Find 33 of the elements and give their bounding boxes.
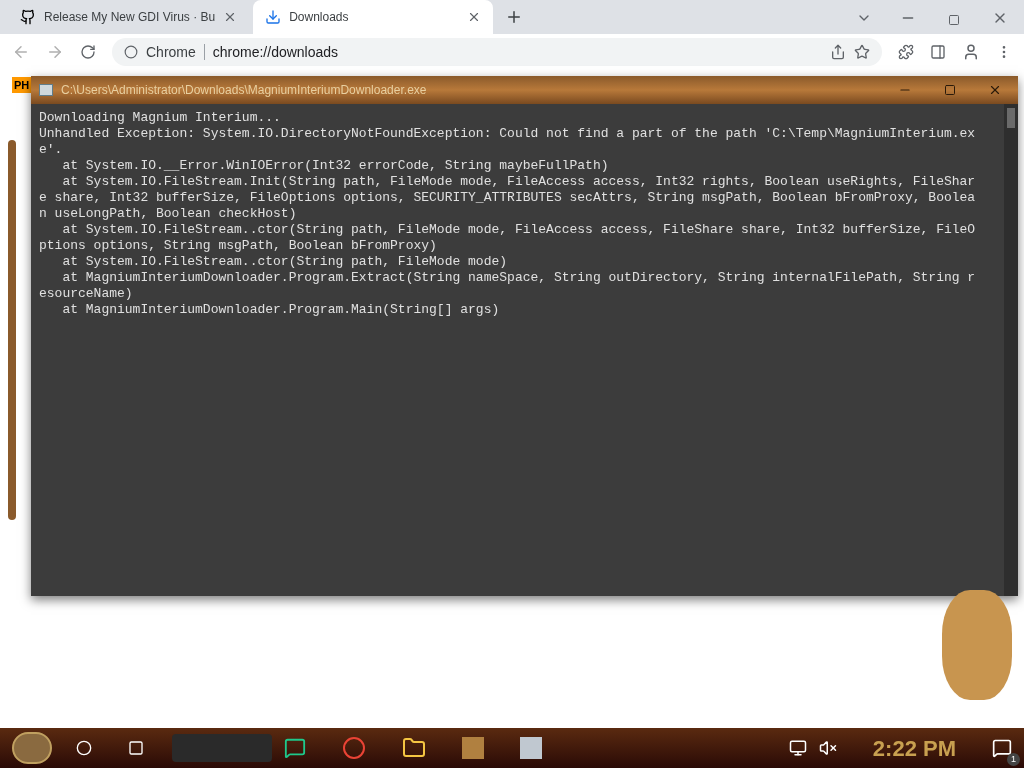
console-output: Downloading Magnium Interium... Unhandled Exception: System.IO.DirectoryNotFoundException: Could not find a part of the path 'C:\Temp\MagniumInterium.ex e'. at System.IO.__Error.WinIOError(Int32 errorCode, String maybeFullPath) at System.IO.FileStream.Init(String path, FileMode mode, FileAccess access, Int32 rights, Boolean useRights, FileShar e share, Int32 bufferSize, FileOptions options, SECURITY_ATTRIBUTES secAttrs, String msgPath, Boolean bFromProxy, Boolea n useLongPath, Boolean checkHost) at System.IO.FileStream..ctor(String path, FileMode mode, FileAccess access, FileShare share, Int32 bufferSize, FileO ptions options, String msgPath, Boolean bFromProxy) at System.IO.FileStream..ctor(String path, FileMode mode) at MagniumInteriumDownloader.Program.Extract(String nameSpace, String outDirectory, String internalFilePath, String r esourceName) at MagniumInteriumDownloader.Program.Main(String[] args) (38, 109, 977, 319)
site-label: Chrome (146, 42, 196, 62)
tab-title: Release My New GDI Virus · Bu (44, 9, 216, 26)
maximize-icon[interactable] (944, 84, 956, 96)
download-icon (265, 9, 282, 25)
scroll-thumb[interactable] (1007, 108, 1015, 128)
taskbar-clock[interactable]: 2:22 PM (872, 731, 956, 765)
address-bar[interactable]: Chrome chrome://downloads (112, 38, 882, 66)
notification-count: 1 (1007, 753, 1020, 766)
profile-icon[interactable] (962, 43, 980, 61)
side-panel-icon[interactable] (930, 44, 946, 60)
bookmark-badge[interactable]: PH (12, 76, 32, 94)
reload-icon[interactable] (80, 44, 96, 60)
url-text: chrome://downloads (212, 42, 339, 62)
browser-tab[interactable]: Downloads (253, 0, 494, 34)
tab-title: Downloads (289, 9, 350, 26)
close-window-icon[interactable] (988, 83, 1002, 97)
notification-icon[interactable] (992, 738, 1012, 758)
console-app-icon (39, 84, 53, 96)
folder-icon[interactable] (402, 736, 426, 760)
task-view-icon[interactable] (128, 740, 144, 756)
scrollbar[interactable] (1004, 104, 1018, 596)
restore-icon[interactable] (948, 14, 960, 26)
search-icon[interactable] (76, 740, 92, 756)
share-icon[interactable] (830, 44, 846, 60)
chat-app-icon[interactable] (284, 737, 306, 759)
start-button[interactable] (12, 732, 52, 764)
github-icon (20, 9, 36, 25)
window-title: C:\Users\Administrator\Downloads\MagniumInteriumDownloader.exe (61, 82, 427, 99)
mute-icon[interactable] (818, 739, 837, 757)
extensions-icon[interactable] (898, 44, 914, 60)
network-icon[interactable] (788, 739, 807, 757)
bookmark-star-icon[interactable] (854, 44, 870, 60)
